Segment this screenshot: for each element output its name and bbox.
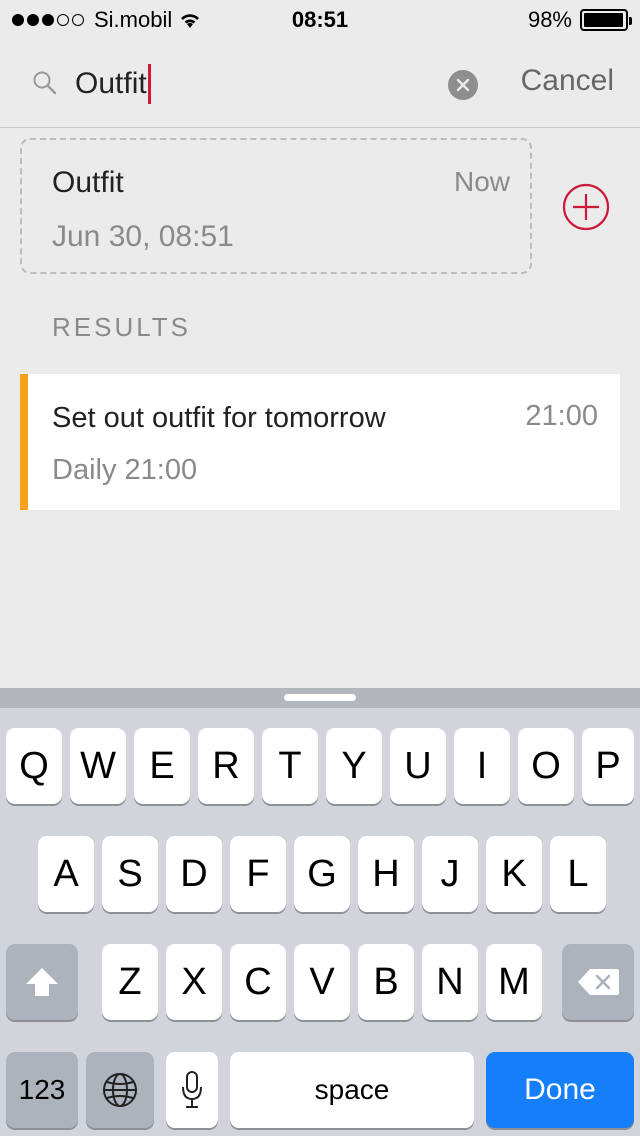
key-n[interactable]: N (422, 944, 478, 1020)
key-w[interactable]: W (70, 728, 126, 804)
key-s[interactable]: S (102, 836, 158, 912)
key-f[interactable]: F (230, 836, 286, 912)
new-reminder-title: Outfit (52, 166, 124, 199)
result-title: Set out outfit for tomorrow (52, 402, 386, 434)
key-t[interactable]: T (262, 728, 318, 804)
backspace-key[interactable] (562, 944, 634, 1020)
new-reminder-when: Now (453, 166, 510, 197)
search-input-text: Outfit (75, 67, 147, 100)
search-icon (33, 71, 57, 95)
key-l[interactable]: L (550, 836, 606, 912)
add-icon[interactable] (562, 183, 610, 231)
key-u[interactable]: U (390, 728, 446, 804)
battery-percent: 98% (527, 7, 572, 32)
cancel-button[interactable]: Cancel (521, 64, 614, 98)
key-g[interactable]: G (294, 836, 350, 912)
key-r[interactable]: R (198, 728, 254, 804)
status-right: 98% (527, 7, 632, 33)
numbers-key[interactable]: 123 (6, 1052, 78, 1128)
new-reminder-date: Jun 30, 08:51 (52, 220, 234, 253)
key-b[interactable]: B (358, 944, 414, 1020)
battery-level (584, 13, 624, 27)
key-p[interactable]: P (582, 728, 634, 804)
space-key[interactable]: space (230, 1052, 474, 1128)
done-key[interactable]: Done (486, 1052, 634, 1128)
clear-search-icon[interactable] (448, 70, 478, 100)
shift-icon (26, 968, 58, 996)
key-i[interactable]: I (454, 728, 510, 804)
battery-icon (580, 9, 632, 31)
key-x[interactable]: X (166, 944, 222, 1020)
key-z[interactable]: Z (102, 944, 158, 1020)
keyboard-handle[interactable] (284, 694, 356, 701)
key-v[interactable]: V (294, 944, 350, 1020)
backspace-icon (578, 969, 619, 995)
text-caret (147, 64, 151, 104)
microphone-icon (182, 1071, 202, 1108)
result-time: 21:00 (525, 400, 598, 432)
globe-icon (103, 1073, 137, 1107)
key-y[interactable]: Y (326, 728, 382, 804)
result-item[interactable]: Set out outfit for tomorrow 21:00 Daily … (20, 374, 620, 510)
status-bar: Si.mobil 08:51 98% (0, 0, 640, 40)
keyboard: Q W E R T Y U I O P A S D F G H J K L Z … (0, 688, 640, 1136)
microphone-key[interactable] (166, 1052, 218, 1128)
key-a[interactable]: A (38, 836, 94, 912)
key-d[interactable]: D (166, 836, 222, 912)
search-header: Outfit Cancel (0, 40, 640, 128)
key-e[interactable]: E (134, 728, 190, 804)
key-c[interactable]: C (230, 944, 286, 1020)
key-h[interactable]: H (358, 836, 414, 912)
key-m[interactable]: M (486, 944, 542, 1020)
key-j[interactable]: J (422, 836, 478, 912)
key-q[interactable]: Q (6, 728, 62, 804)
screen: Si.mobil 08:51 98% Outfit Cancel Outfit … (0, 0, 640, 1136)
results-header: RESULTS (52, 312, 191, 342)
search-input[interactable]: Outfit (75, 64, 151, 104)
key-o[interactable]: O (518, 728, 574, 804)
new-reminder-card[interactable]: Outfit Now Jun 30, 08:51 (20, 138, 532, 274)
result-recurrence: Daily 21:00 (52, 454, 198, 486)
keyboard-top-bar (0, 688, 640, 708)
key-k[interactable]: K (486, 836, 542, 912)
globe-key[interactable] (86, 1052, 154, 1128)
shift-key[interactable] (6, 944, 78, 1020)
